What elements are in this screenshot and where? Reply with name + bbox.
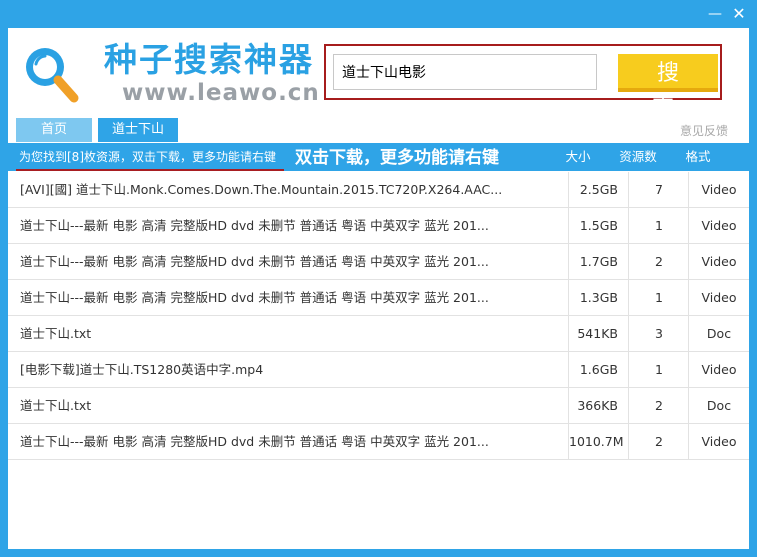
column-header-type[interactable]: 格式	[676, 143, 720, 171]
file-size: 541KB	[568, 316, 628, 351]
file-type: Video	[688, 244, 749, 279]
table-row[interactable]: [电影下载]道士下山.TS1280英语中字.mp4 1.6GB 1 Video	[8, 352, 749, 388]
file-name: 道士下山.txt	[20, 326, 92, 341]
feedback-link[interactable]: 意见反馈	[680, 122, 728, 139]
table-row[interactable]: [AVI][國] 道士下山.Monk.Comes.Down.The.Mounta…	[8, 172, 749, 208]
file-size: 1.5GB	[568, 208, 628, 243]
brand-url: www.leawo.cn	[122, 80, 320, 106]
file-type: Video	[688, 280, 749, 315]
resource-count: 1	[628, 352, 689, 387]
file-size: 1.3GB	[568, 280, 628, 315]
table-row[interactable]: 道士下山---最新 电影 高清 完整版HD dvd 未删节 普通话 粤语 中英双…	[8, 244, 749, 280]
file-name: 道士下山---最新 电影 高清 完整版HD dvd 未删节 普通话 粤语 中英双…	[20, 290, 489, 305]
search-area: 搜 索	[324, 44, 722, 118]
close-button[interactable]: ✕	[728, 4, 750, 24]
table-row[interactable]: 道士下山---最新 电影 高清 完整版HD dvd 未删节 普通话 粤语 中英双…	[8, 208, 749, 244]
resource-count: 2	[628, 424, 689, 459]
file-type: Video	[688, 208, 749, 243]
app-window: — ✕ 种子搜索神器 www.leawo.cn 搜 索 首页 道士下山 意见反馈…	[0, 0, 757, 557]
resource-count: 3	[628, 316, 689, 351]
results-info: 为您找到[8]枚资源，双击下载，更多功能请右键	[19, 150, 276, 164]
resource-count: 1	[628, 280, 689, 315]
file-name: 道士下山---最新 电影 高清 完整版HD dvd 未删节 普通话 粤语 中英双…	[20, 254, 489, 269]
title-bar: — ✕	[0, 0, 757, 28]
search-input[interactable]	[333, 54, 597, 90]
column-header-count[interactable]: 资源数	[613, 143, 663, 171]
file-type: Doc	[688, 388, 749, 423]
table-row[interactable]: 道士下山---最新 电影 高清 完整版HD dvd 未删节 普通话 粤语 中英双…	[8, 280, 749, 316]
file-type: Video	[688, 424, 749, 459]
results-table: [AVI][國] 道士下山.Monk.Comes.Down.The.Mounta…	[8, 172, 749, 460]
file-name: 道士下山---最新 电影 高清 完整版HD dvd 未删节 普通话 粤语 中英双…	[20, 434, 489, 449]
file-size: 366KB	[568, 388, 628, 423]
file-type: Doc	[688, 316, 749, 351]
resource-count: 2	[628, 244, 689, 279]
table-row[interactable]: 道士下山---最新 电影 高清 完整版HD dvd 未删节 普通话 粤语 中英双…	[8, 424, 749, 460]
table-row[interactable]: 道士下山.txt 541KB 3 Doc	[8, 316, 749, 352]
search-button[interactable]: 搜 索	[618, 54, 718, 118]
magnifier-icon	[26, 48, 79, 103]
table-row[interactable]: 道士下山.txt 366KB 2 Doc	[8, 388, 749, 424]
file-type: Video	[688, 172, 749, 207]
file-size: 1.7GB	[568, 244, 628, 279]
file-size: 1.6GB	[568, 352, 628, 387]
file-size: 1010.7M	[568, 424, 628, 459]
annotation-text: 双击下载，更多功能请右键	[295, 148, 499, 168]
results-header: 为您找到[8]枚资源，双击下载，更多功能请右键 双击下载，更多功能请右键 大小 …	[8, 143, 749, 171]
file-size: 2.5GB	[568, 172, 628, 207]
file-name: 道士下山---最新 电影 高清 完整版HD dvd 未删节 普通话 粤语 中英双…	[20, 218, 489, 233]
tab-search-result[interactable]: 道士下山	[98, 118, 178, 142]
column-header-size[interactable]: 大小	[556, 143, 600, 171]
file-name: 道士下山.txt	[20, 398, 92, 413]
highlight-underline	[16, 169, 284, 171]
main-panel: 种子搜索神器 www.leawo.cn 搜 索 首页 道士下山 意见反馈 为您找…	[8, 28, 749, 549]
file-type: Video	[688, 352, 749, 387]
resource-count: 1	[628, 208, 689, 243]
tab-home[interactable]: 首页	[16, 118, 92, 142]
resource-count: 7	[628, 172, 689, 207]
file-name: [AVI][國] 道士下山.Monk.Comes.Down.The.Mounta…	[20, 182, 503, 197]
minimize-button[interactable]: —	[704, 4, 726, 24]
file-name: [电影下载]道士下山.TS1280英语中字.mp4	[20, 362, 264, 377]
resource-count: 2	[628, 388, 689, 423]
